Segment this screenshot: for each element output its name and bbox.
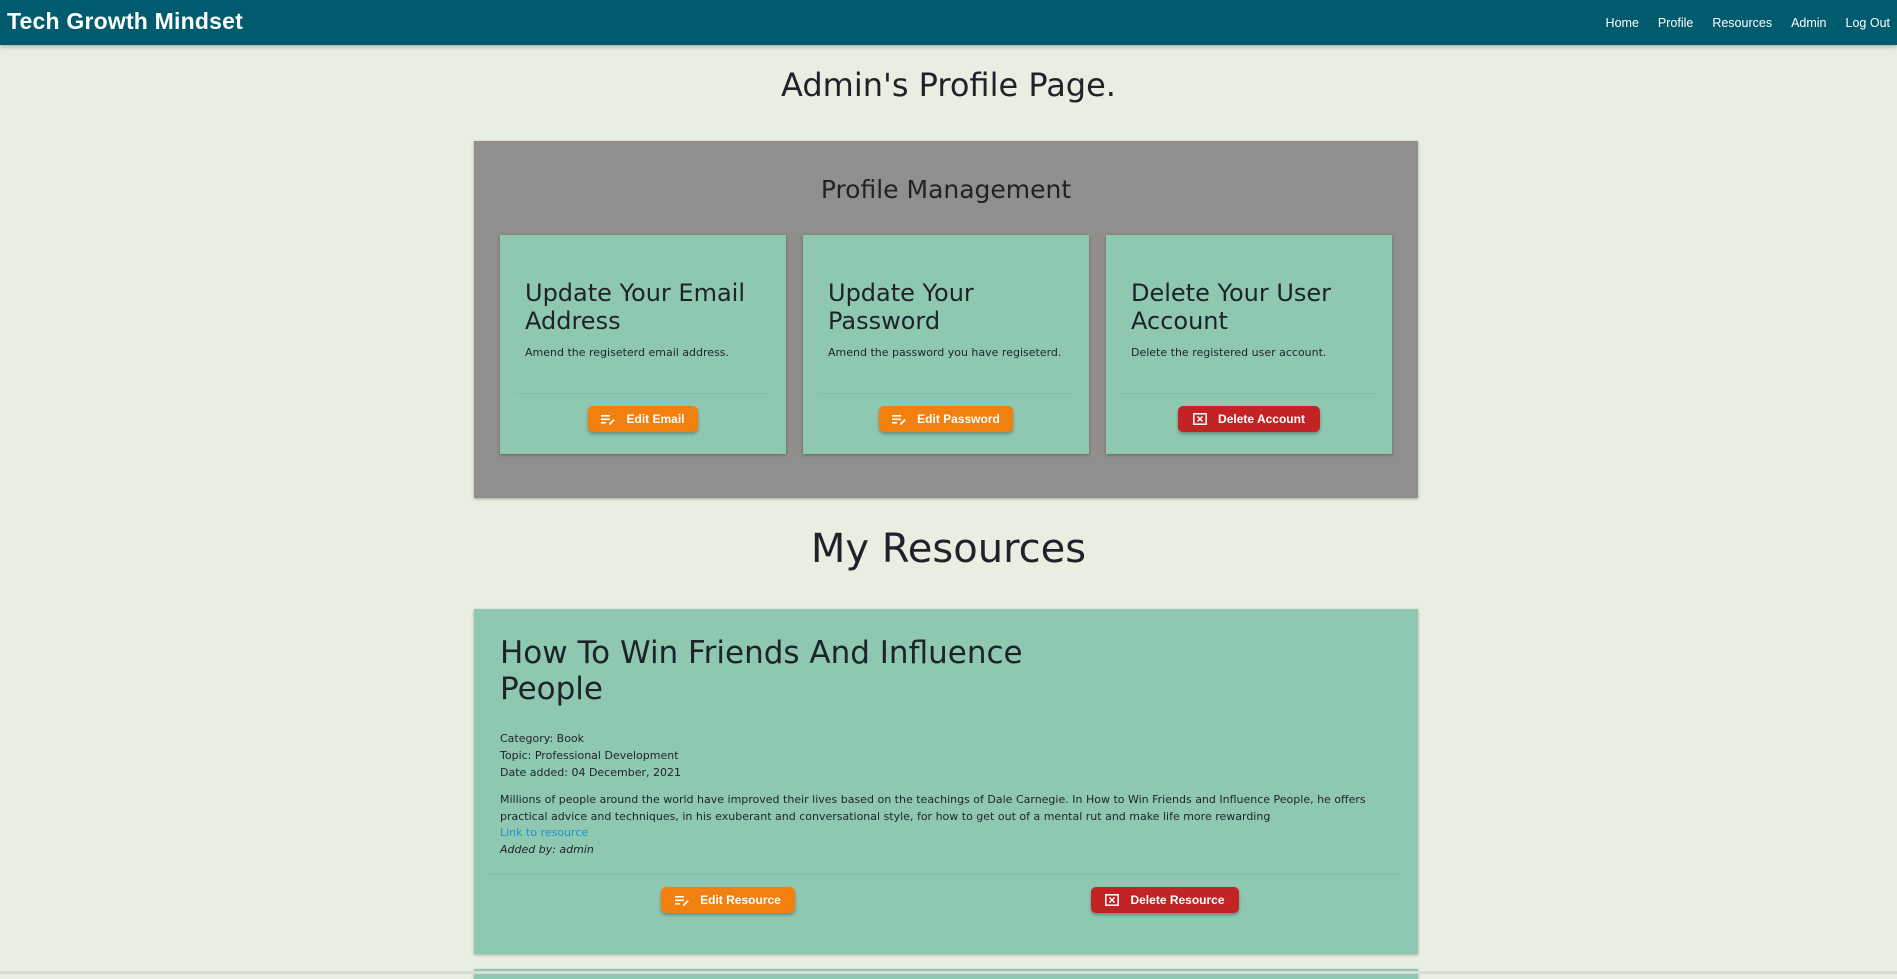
edit-password-button[interactable]: Edit Password — [879, 406, 1013, 432]
resource-meta: Category: Book Topic: Professional Devel… — [500, 730, 681, 781]
delete-box-icon — [1105, 894, 1120, 906]
brand-logo-text[interactable]: Tech Growth Mindset — [7, 8, 243, 35]
nav-link-home[interactable]: Home — [1606, 16, 1639, 30]
card-heading: Update Your Password — [828, 279, 974, 335]
card-text: Delete the registered user account. — [1131, 346, 1327, 359]
card-divider — [1121, 393, 1377, 394]
delete-resource-button[interactable]: Delete Resource — [1091, 887, 1239, 913]
nav-link-resources[interactable]: Resources — [1712, 16, 1772, 30]
update-password-card: Update Your Password Amend the password … — [803, 235, 1089, 454]
my-resources-title: My Resources — [810, 526, 1087, 572]
resource-topic: Topic: Professional Development — [500, 749, 679, 762]
card-heading: Delete Your User Account — [1131, 279, 1332, 335]
update-email-card: Update Your Email Address Amend the regi… — [500, 235, 786, 454]
navbar: Tech Growth Mindset Home Profile Resourc… — [0, 0, 1897, 45]
nav-link-admin[interactable]: Admin — [1791, 16, 1826, 30]
button-label: Edit Email — [626, 412, 685, 426]
delete-account-card: Delete Your User Account Delete the regi… — [1106, 235, 1392, 454]
delete-box-icon — [1193, 413, 1207, 425]
resource-link[interactable]: Link to resource — [500, 826, 588, 839]
edit-icon — [675, 895, 689, 906]
edit-resource-button[interactable]: Edit Resource — [661, 887, 795, 913]
nav-link-profile[interactable]: Profile — [1658, 16, 1693, 30]
resource-card: How To Win Friends And Influence People … — [474, 609, 1418, 954]
card-text: Amend the regiseterd email address. — [525, 346, 730, 359]
button-label: Edit Resource — [700, 893, 781, 907]
edit-icon — [601, 414, 616, 425]
card-divider — [515, 393, 771, 394]
resource-description: Millions of people around the world have… — [500, 793, 1366, 823]
profile-management-title: Profile Management — [820, 175, 1072, 204]
resource-added-by: Added by: admin — [500, 843, 594, 856]
button-label: Delete Account — [1218, 412, 1305, 426]
page-title: Admin's Profile Page. — [781, 66, 1116, 104]
button-label: Delete Resource — [1130, 893, 1225, 907]
edit-email-button[interactable]: Edit Email — [588, 406, 698, 432]
nav-link-logout[interactable]: Log Out — [1846, 16, 1890, 30]
nav-links: Home Profile Resources Admin Log Out — [1587, 0, 1897, 45]
card-heading: Update Your Email Address — [525, 279, 745, 335]
delete-account-button[interactable]: Delete Account — [1178, 406, 1320, 432]
card-divider — [818, 393, 1074, 394]
profile-management-panel: Profile Management Update Your Email Add… — [474, 141, 1418, 498]
resource-title: How To Win Friends And Influence People — [500, 635, 1023, 707]
button-label: Edit Password — [917, 412, 1000, 426]
card-text: Amend the password you have regiseterd. — [828, 346, 1062, 359]
card-divider — [489, 874, 1403, 875]
edit-icon — [892, 414, 906, 425]
resource-category: Category: Book — [500, 732, 585, 745]
resource-date-added: Date added: 04 December, 2021 — [500, 766, 681, 779]
